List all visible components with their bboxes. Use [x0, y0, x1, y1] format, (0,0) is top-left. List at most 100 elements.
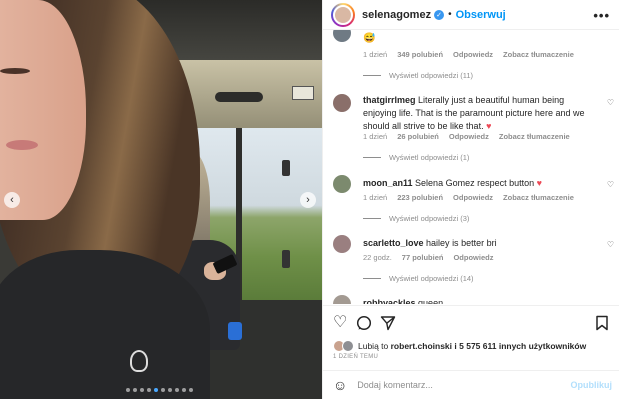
- liker-username[interactable]: robert.choinski: [391, 341, 452, 351]
- divider-line: [363, 157, 381, 158]
- like-comment-icon[interactable]: ♡: [607, 240, 614, 249]
- comment-text: scarletto_love hailey is better bri: [363, 237, 599, 250]
- comment-username[interactable]: moon_an11: [363, 178, 413, 188]
- comment-likes[interactable]: 26 polubień: [397, 132, 439, 141]
- carousel-dot: [147, 388, 151, 392]
- comment-text: moon_an11 Selena Gomez respect button ♥: [363, 177, 599, 190]
- comment-likes[interactable]: 77 polubień: [402, 253, 444, 262]
- comment-meta: 1 dzień 349 polubień Odpowiedz Zobacz tł…: [363, 50, 574, 59]
- carousel-dot: [161, 388, 165, 392]
- follow-button[interactable]: Obserwuj: [456, 9, 506, 21]
- eye: [0, 68, 30, 74]
- commenter-avatar[interactable]: [333, 30, 351, 42]
- lips: [6, 140, 38, 150]
- post-photo[interactable]: ‹ ›: [0, 0, 322, 399]
- reply-button[interactable]: Odpowiedz: [453, 193, 493, 202]
- comment-body: queen: [418, 298, 444, 304]
- emoji-icon[interactable]: ☺: [333, 377, 347, 393]
- view-replies-label: Wyświetl odpowiedzi (11): [389, 71, 473, 80]
- comment-time: 1 dzień: [363, 132, 388, 141]
- likes-prefix: Lubią to: [358, 341, 389, 351]
- comment-username[interactable]: robbyackles: [363, 298, 416, 304]
- view-replies-button[interactable]: Wyświetl odpowiedzi (14): [363, 274, 474, 283]
- comment-username[interactable]: thatgirrlmeg: [363, 95, 416, 105]
- red-heart-icon: ♥: [486, 121, 492, 131]
- commenter-avatar[interactable]: [333, 295, 351, 304]
- next-slide-button[interactable]: ›: [300, 192, 316, 208]
- red-heart-icon: ♥: [536, 178, 542, 188]
- separator: •: [448, 9, 452, 20]
- carousel-dot: [126, 388, 130, 392]
- comment-body: hailey is better bri: [426, 238, 497, 248]
- liker-avatar: [342, 340, 354, 352]
- comment-bubble-icon[interactable]: [356, 315, 372, 335]
- likes-text[interactable]: Lubią to robert.choinski i 5 575 611 inn…: [358, 341, 586, 351]
- comment-likes[interactable]: 349 polubień: [397, 50, 443, 59]
- comment-meta: 1 dzień 26 polubień Odpowiedz Zobacz tłu…: [363, 132, 570, 141]
- carousel-dot: [175, 388, 179, 392]
- view-replies-button[interactable]: Wyświetl odpowiedzi (3): [363, 214, 469, 223]
- comment-username[interactable]: scarletto_love: [363, 238, 424, 248]
- translate-button[interactable]: Zobacz tłumaczenie: [499, 132, 570, 141]
- carousel-dot: [154, 388, 158, 392]
- post-username[interactable]: selenagomez: [362, 9, 431, 21]
- paper-plane-icon[interactable]: [380, 315, 396, 335]
- carousel-dot: [140, 388, 144, 392]
- reply-button[interactable]: Odpowiedz: [453, 50, 493, 59]
- likes-count[interactable]: i 5 575 611 innych użytkowników: [454, 341, 586, 351]
- view-replies-label: Wyświetl odpowiedzi (14): [389, 274, 474, 283]
- translate-button[interactable]: Zobacz tłumaczenie: [503, 50, 574, 59]
- window-latch-lower: [282, 250, 290, 268]
- publish-button[interactable]: Opublikuj: [571, 380, 613, 390]
- post-timestamp[interactable]: 1 DZIEŃ TEMU: [333, 354, 378, 360]
- bookmark-icon[interactable]: [595, 315, 609, 335]
- view-replies-label: Wyświetl odpowiedzi (3): [389, 214, 470, 223]
- comment-text: thatgirrlmeg Literally just a beautiful …: [363, 94, 599, 133]
- comment-time: 1 dzień: [363, 193, 388, 202]
- reply-button[interactable]: Odpowiedz: [449, 132, 489, 141]
- commenter-avatar[interactable]: [333, 94, 351, 112]
- sticker: [292, 86, 314, 100]
- comment-time: 1 dzień: [363, 50, 388, 59]
- shirt-logo: [130, 350, 148, 372]
- window-latch: [282, 160, 290, 176]
- divider-line: [363, 75, 381, 76]
- post-header: selenagomez ✓ • Obserwuj •••: [323, 0, 619, 30]
- post-panel: selenagomez ✓ • Obserwuj ••• 😅 1 dzień 3…: [322, 0, 619, 399]
- view-replies-button[interactable]: Wyświetl odpowiedzi (11): [363, 71, 473, 80]
- more-options-icon[interactable]: •••: [593, 8, 610, 23]
- like-comment-icon[interactable]: ♡: [607, 180, 614, 189]
- view-replies-button[interactable]: Wyświetl odpowiedzi (1): [363, 153, 469, 162]
- comment-text: 😅: [363, 33, 376, 44]
- commenter-avatar[interactable]: [333, 175, 351, 193]
- translate-button[interactable]: Zobacz tłumaczenie: [503, 193, 574, 202]
- avatar[interactable]: [331, 2, 355, 27]
- previous-slide-button[interactable]: ‹: [4, 192, 20, 208]
- heart-outline-icon[interactable]: ♡: [333, 315, 347, 331]
- commenter-avatar[interactable]: [333, 235, 351, 253]
- like-comment-icon[interactable]: ♡: [607, 98, 614, 107]
- comment-input[interactable]: [357, 380, 558, 390]
- comment-meta: 22 godz. 77 polubień Odpowiedz: [363, 253, 493, 262]
- likes-summary: Lubią to robert.choinski i 5 575 611 inn…: [333, 340, 586, 352]
- comment-time: 22 godz.: [363, 253, 392, 262]
- comment-meta: 1 dzień 223 polubień Odpowiedz Zobacz tł…: [363, 193, 574, 202]
- chevron-left-icon: ‹: [10, 193, 14, 206]
- carousel-dot: [189, 388, 193, 392]
- divider-line: [363, 278, 381, 279]
- comments-list[interactable]: 😅 1 dzień 349 polubień Odpowiedz Zobacz …: [323, 30, 619, 304]
- carousel-dot: [133, 388, 137, 392]
- carousel-indicator: [126, 388, 193, 392]
- avatar-image: [333, 4, 353, 25]
- add-comment-bar: ☺ Opublikuj: [323, 370, 619, 399]
- drink-can: [228, 322, 242, 340]
- reply-button[interactable]: Odpowiedz: [453, 253, 493, 262]
- comment-body: Selena Gomez respect button: [415, 178, 535, 188]
- grab-handle: [215, 92, 263, 102]
- verified-badge-icon: ✓: [434, 9, 445, 20]
- chevron-right-icon: ›: [306, 193, 310, 206]
- post-actions-bar: ♡: [323, 305, 619, 341]
- view-replies-label: Wyświetl odpowiedzi (1): [389, 153, 470, 162]
- comment-likes[interactable]: 223 polubień: [397, 193, 443, 202]
- divider-line: [363, 218, 381, 219]
